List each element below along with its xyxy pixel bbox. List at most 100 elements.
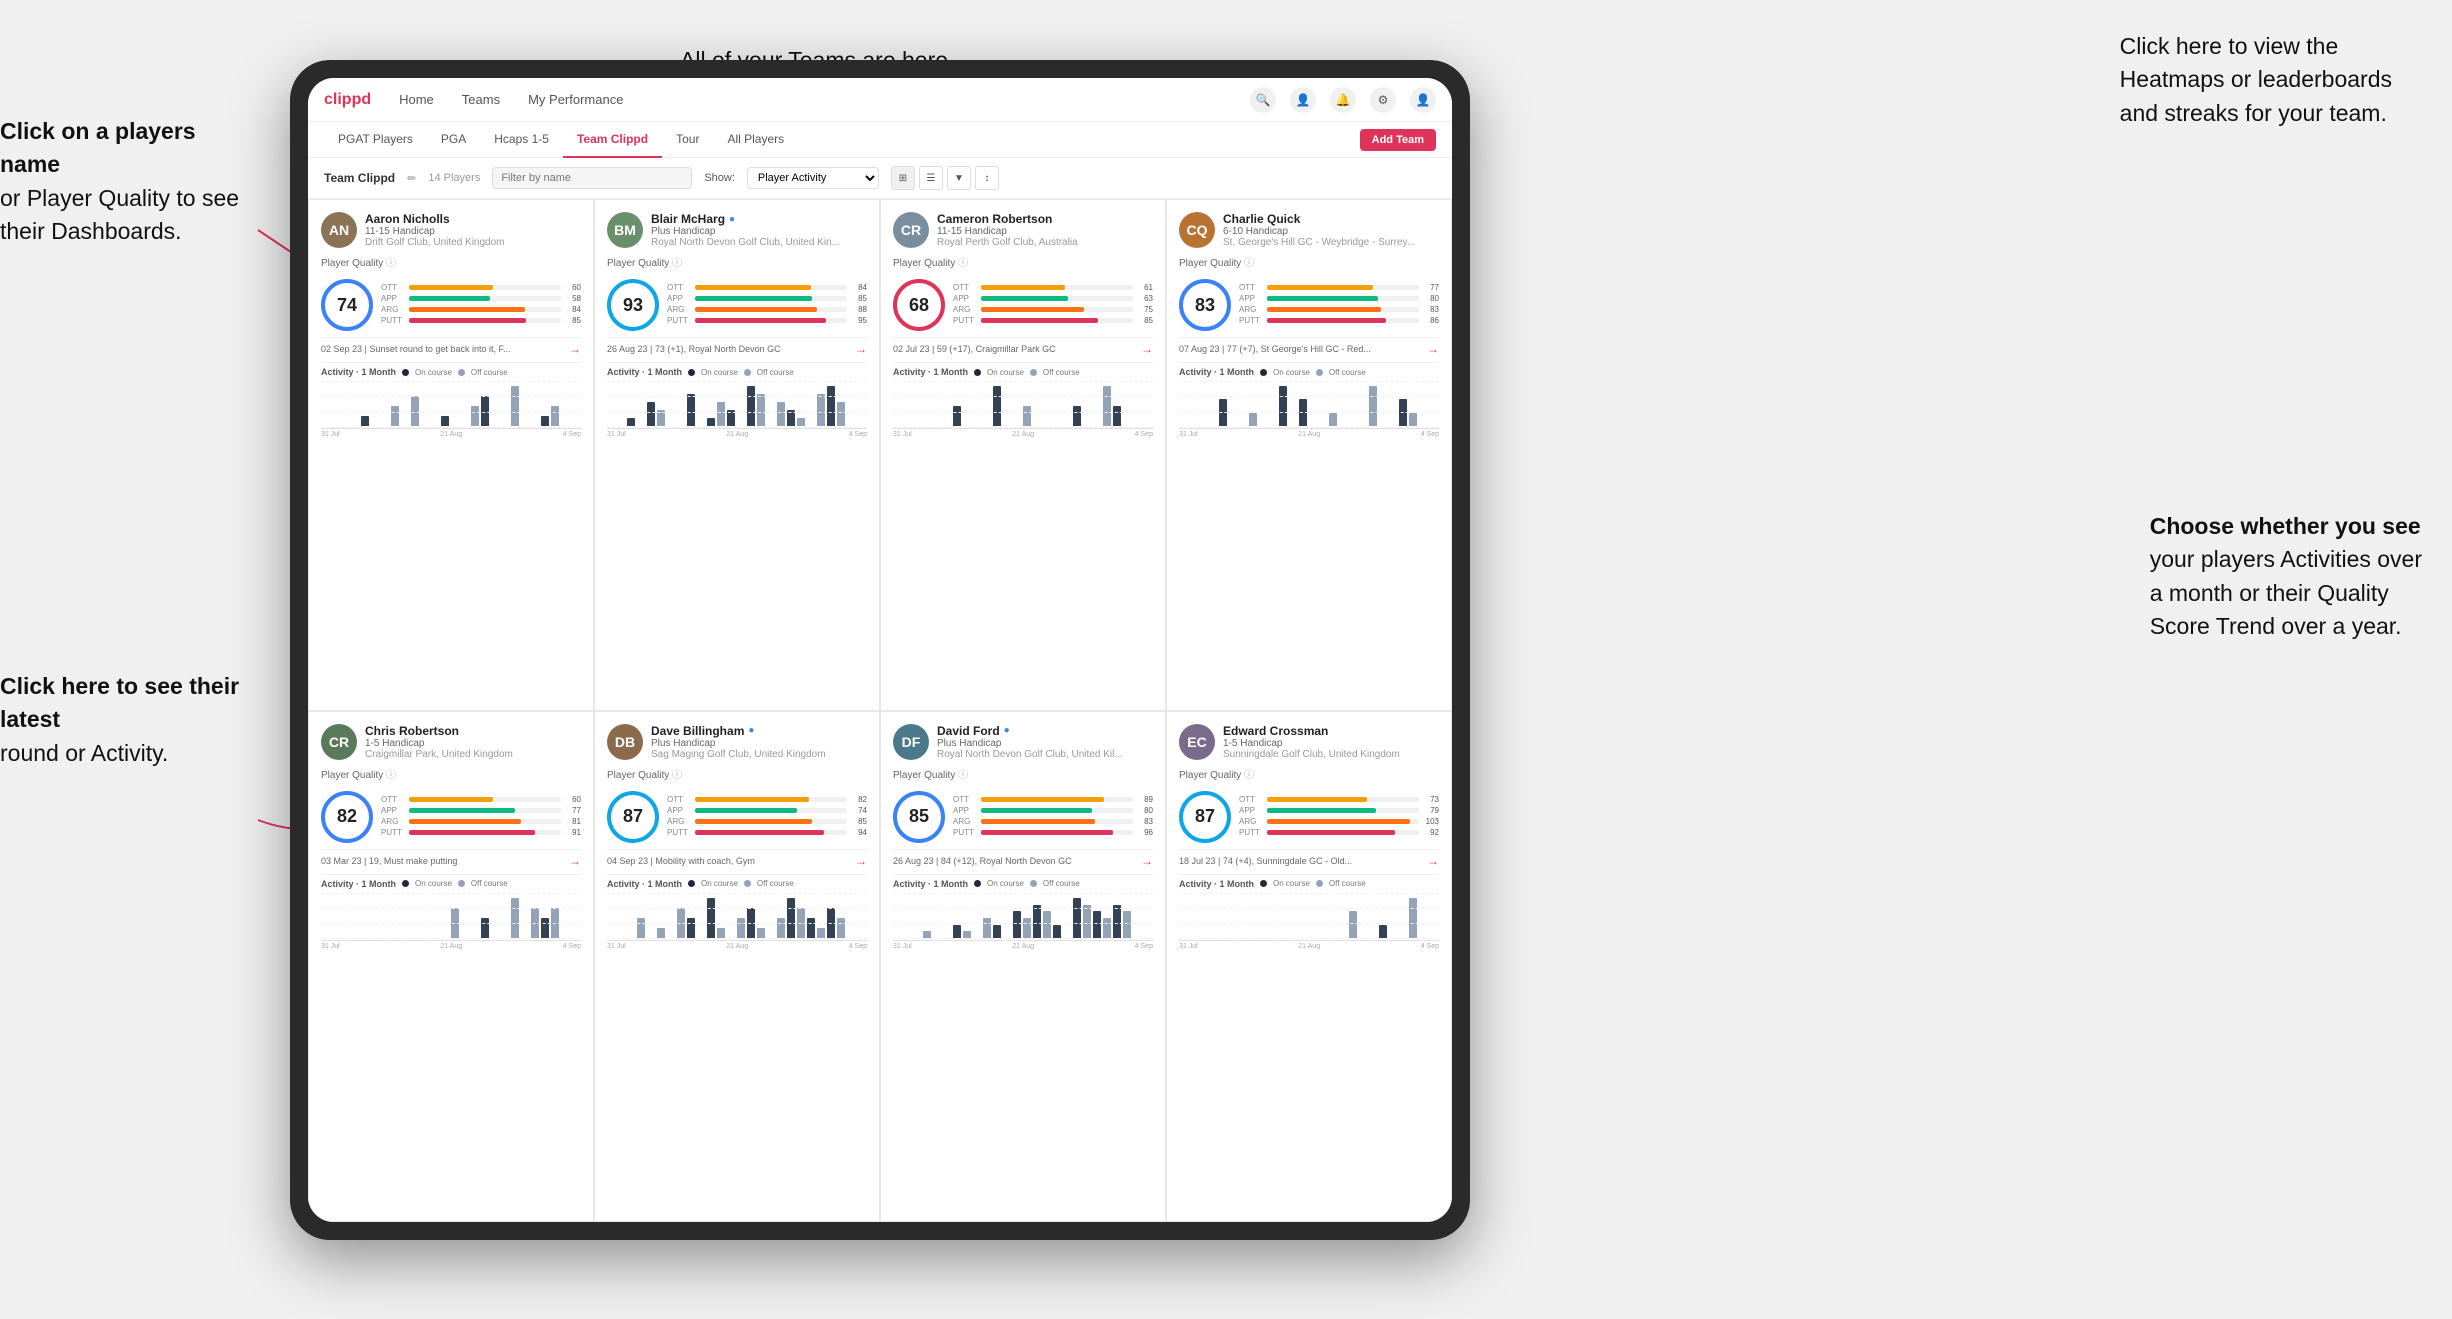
stat-row-ott: OTT 77 [1239, 283, 1439, 292]
latest-round[interactable]: 18 Jul 23 | 74 (+4), Sunningdale GC - Ol… [1179, 849, 1439, 868]
player-name[interactable]: Aaron Nicholls [365, 212, 581, 226]
search-icon[interactable]: 🔍 [1250, 87, 1276, 113]
stat-putt-label: PUTT [1239, 316, 1263, 325]
player-avatar[interactable]: CQ [1179, 212, 1215, 248]
chart-bar [541, 416, 549, 426]
off-course-label: Off course [1043, 368, 1080, 377]
player-avatar[interactable]: DF [893, 724, 929, 760]
tab-tour[interactable]: Tour [662, 122, 713, 158]
round-arrow-icon[interactable]: → [855, 342, 867, 356]
player-name[interactable]: Dave Billingham ● [651, 724, 867, 738]
quality-score[interactable]: 68 [893, 279, 945, 331]
chart-x-labels: 31 Jul 21 Aug 4 Sep [321, 943, 581, 950]
avatar-icon[interactable]: 👤 [1410, 87, 1436, 113]
filter-button[interactable]: ▼ [947, 166, 971, 190]
latest-round[interactable]: 26 Aug 23 | 73 (+1), Royal North Devon G… [607, 337, 867, 356]
stat-ott-value: 60 [565, 795, 581, 804]
round-arrow-icon[interactable]: → [1427, 342, 1439, 356]
off-course-dot [1316, 369, 1323, 376]
chart-bar [1103, 386, 1111, 426]
player-name[interactable]: David Ford ● [937, 724, 1153, 738]
settings-icon[interactable]: ⚙ [1370, 87, 1396, 113]
round-arrow-icon[interactable]: → [1427, 854, 1439, 868]
player-avatar[interactable]: AN [321, 212, 357, 248]
list-view-button[interactable]: ☰ [919, 166, 943, 190]
activity-chart [607, 893, 867, 941]
nav-home[interactable]: Home [395, 92, 438, 107]
stat-row-arg: ARG 103 [1239, 817, 1439, 826]
on-course-dot [402, 369, 409, 376]
stat-app-bar [409, 296, 490, 301]
tab-pgat[interactable]: PGAT Players [324, 122, 427, 158]
player-card: DF David Ford ● Plus Handicap Royal Nort… [880, 711, 1166, 1223]
player-avatar[interactable]: BM [607, 212, 643, 248]
player-handicap: Plus Handicap [651, 738, 867, 749]
tab-pga[interactable]: PGA [427, 122, 480, 158]
quality-score[interactable]: 87 [607, 791, 659, 843]
nav-teams[interactable]: Teams [458, 92, 504, 107]
on-course-label: On course [415, 368, 452, 377]
activity-chart [1179, 381, 1439, 429]
quality-score[interactable]: 85 [893, 791, 945, 843]
player-avatar[interactable]: EC [1179, 724, 1215, 760]
chart-y-line [893, 381, 1153, 382]
chart-bar [787, 898, 795, 938]
grid-view-button[interactable]: ⊞ [891, 166, 915, 190]
show-select[interactable]: Player Activity Quality Score Trend [747, 167, 879, 189]
chart-x-labels: 31 Jul 21 Aug 4 Sep [321, 431, 581, 438]
notifications-icon[interactable]: 🔔 [1330, 87, 1356, 113]
latest-round[interactable]: 02 Jul 23 | 59 (+17), Craigmillar Park G… [893, 337, 1153, 356]
quality-score[interactable]: 87 [1179, 791, 1231, 843]
player-name[interactable]: Blair McHarg ● [651, 212, 867, 226]
round-arrow-icon[interactable]: → [569, 342, 581, 356]
quality-score[interactable]: 83 [1179, 279, 1231, 331]
player-name[interactable]: Cameron Robertson [937, 212, 1153, 226]
edit-icon[interactable]: ✏ [407, 172, 416, 185]
stat-putt-label: PUTT [667, 316, 691, 325]
off-course-dot [744, 880, 751, 887]
nav-my-performance[interactable]: My Performance [524, 92, 627, 107]
chart-x-label-start: 31 Jul [1179, 943, 1198, 950]
quality-score[interactable]: 74 [321, 279, 373, 331]
player-club: Royal North Devon Golf Club, United Kin.… [651, 237, 867, 248]
latest-round[interactable]: 07 Aug 23 | 77 (+7), St George's Hill GC… [1179, 337, 1439, 356]
off-course-dot [1316, 880, 1323, 887]
round-arrow-icon[interactable]: → [855, 854, 867, 868]
stat-putt-bar [695, 318, 826, 323]
nav-logo[interactable]: clippd [324, 91, 371, 109]
chart-bar [551, 406, 559, 426]
off-course-dot [1030, 369, 1037, 376]
stat-putt-value: 91 [565, 828, 581, 837]
stat-row-putt: PUTT 85 [381, 316, 581, 325]
search-input[interactable] [492, 167, 692, 189]
quality-section: 83 OTT 77 APP 80 ARG [1179, 279, 1439, 331]
stat-putt-value: 92 [1423, 828, 1439, 837]
on-course-label: On course [1273, 879, 1310, 888]
round-arrow-icon[interactable]: → [569, 854, 581, 868]
latest-round[interactable]: 03 Mar 23 | 19, Must make putting → [321, 849, 581, 868]
latest-round[interactable]: 26 Aug 23 | 84 (+12), Royal North Devon … [893, 849, 1153, 868]
quality-score[interactable]: 93 [607, 279, 659, 331]
latest-round[interactable]: 04 Sep 23 | Mobility with coach, Gym → [607, 849, 867, 868]
latest-round[interactable]: 02 Sep 23 | Sunset round to get back int… [321, 337, 581, 356]
tab-team-clippd[interactable]: Team Clippd [563, 122, 662, 158]
tab-all-players[interactable]: All Players [713, 122, 798, 158]
quality-label: Player Quality ⓘ [607, 254, 867, 269]
sort-button[interactable]: ↕ [975, 166, 999, 190]
quality-score[interactable]: 82 [321, 791, 373, 843]
player-name[interactable]: Chris Robertson [365, 724, 581, 738]
player-avatar[interactable]: DB [607, 724, 643, 760]
stat-arg-bar-bg [981, 307, 1133, 312]
player-name[interactable]: Charlie Quick [1223, 212, 1439, 226]
profile-icon[interactable]: 👤 [1290, 87, 1316, 113]
player-name[interactable]: Edward Crossman [1223, 724, 1439, 738]
player-avatar[interactable]: CR [893, 212, 929, 248]
tab-hcaps[interactable]: Hcaps 1-5 [480, 122, 563, 158]
round-arrow-icon[interactable]: → [1141, 854, 1153, 868]
chart-bar [1023, 406, 1031, 426]
stats-bars: OTT 89 APP 80 ARG [953, 795, 1153, 839]
chart-bar [817, 394, 825, 426]
round-arrow-icon[interactable]: → [1141, 342, 1153, 356]
player-avatar[interactable]: CR [321, 724, 357, 760]
add-team-button[interactable]: Add Team [1360, 129, 1436, 151]
